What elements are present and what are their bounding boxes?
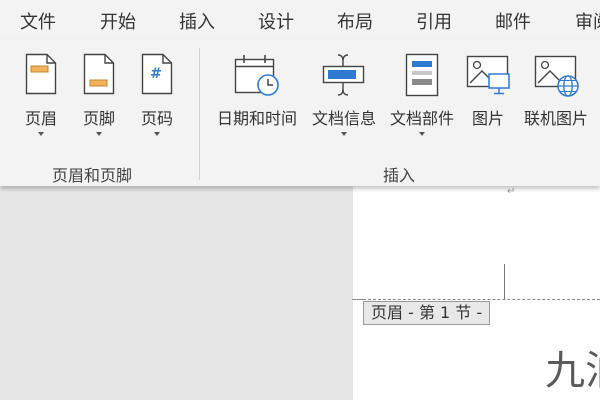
online-picture-button[interactable]: 联机图片 [516,48,596,148]
picture-button[interactable]: 图片 [462,48,514,148]
header-page-icon [24,52,58,100]
online-picture-button-label: 联机图片 [523,109,588,128]
footer-button-label: 页脚 [82,109,115,128]
date-time-button[interactable]: 日期和时间 [210,48,304,148]
document-info-icon [321,52,367,102]
date-time-button-label: 日期和时间 [216,109,297,128]
menu-bar: 文件 开始 插入 设计 布局 引用 邮件 审阅 [0,0,600,40]
document-parts-button[interactable]: 文档部件 [384,48,460,148]
picture-icon [465,52,511,102]
footer-button[interactable]: 页脚 [72,48,126,148]
picture-button-label: 图片 [471,109,504,128]
group-label-header-footer: 页眉和页脚 [52,166,133,185]
tab-home[interactable]: 开始 [100,8,136,34]
tab-mailings[interactable]: 邮件 [495,8,531,34]
document-info-button-label: 文档信息 [311,109,376,128]
page-number-glyph: # [150,66,162,82]
header-boundary-line-stub [352,299,364,300]
tab-layout[interactable]: 布局 [337,8,373,34]
document-parts-button-label: 文档部件 [389,109,454,128]
chevron-down-icon [38,132,44,136]
text-cursor [504,264,505,300]
header-section-tag: 页眉 - 第 1 节 - [363,301,491,325]
document-body-text[interactable]: 九泊 [545,338,600,396]
page-number-button[interactable]: # 页码 [130,48,184,148]
group-label-insert: 插入 [383,166,416,185]
page-number-icon: # [140,52,174,100]
page-number-button-label: 页码 [140,109,173,128]
document-info-button[interactable]: 文档信息 [306,48,382,148]
chevron-down-icon [154,132,160,136]
document-parts-icon [404,52,440,102]
chevron-down-icon [419,132,425,136]
document-page[interactable]: ↵ 九泊 [353,186,600,400]
calendar-clock-icon [233,52,281,102]
tab-file[interactable]: 文件 [20,8,56,34]
online-picture-icon [533,52,579,102]
tab-references[interactable]: 引用 [416,8,452,34]
header-button-label: 页眉 [24,109,57,128]
tab-review[interactable]: 审阅 [575,8,600,34]
footer-page-icon [82,52,116,100]
ribbon: 页眉 页脚 # 页码 页眉和页脚 日期和时间 文档信息 文档部件 图片 联机图片… [0,40,600,186]
group-separator [199,48,200,180]
tab-design[interactable]: 设计 [258,8,294,34]
paragraph-mark: ↵ [507,186,516,197]
header-button[interactable]: 页眉 [14,48,68,148]
tab-insert[interactable]: 插入 [179,8,215,34]
header-boundary-line [353,299,600,300]
chevron-down-icon [341,132,347,136]
chevron-down-icon [96,132,102,136]
